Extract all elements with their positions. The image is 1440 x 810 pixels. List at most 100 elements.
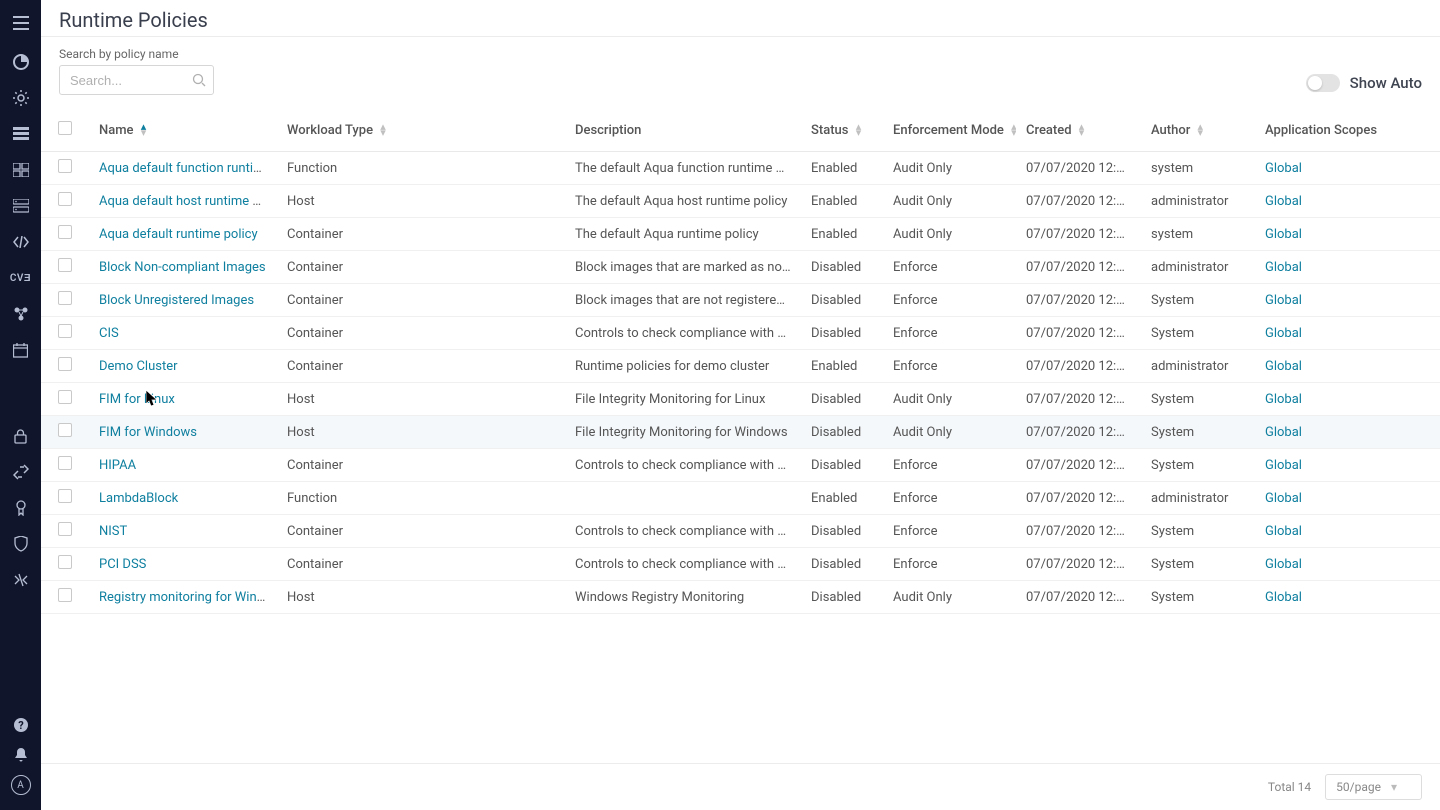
sort-icon: ▴▾ <box>141 124 147 136</box>
scope-link[interactable]: Global <box>1265 227 1302 242</box>
scope-link[interactable]: Global <box>1265 491 1302 506</box>
secrets-icon[interactable] <box>0 418 41 454</box>
row-checkbox[interactable] <box>58 192 72 206</box>
scope-link[interactable]: Global <box>1265 425 1302 440</box>
policy-name-link[interactable]: Registry monitoring for Windows <box>99 590 277 605</box>
col-enforcement[interactable]: Enforcement Mode ▴▾ <box>883 109 1016 152</box>
policy-name-link[interactable]: LambdaBlock <box>99 491 178 506</box>
chevron-down-icon: ▾ <box>1391 780 1397 794</box>
col-status[interactable]: Status ▴▾ <box>801 109 883 152</box>
policy-name-link[interactable]: PCI DSS <box>99 557 146 572</box>
col-created[interactable]: Created ▴▾ <box>1016 109 1141 152</box>
scope-link[interactable]: Global <box>1265 590 1302 605</box>
table-row[interactable]: FIM for LinuxHostFile Integrity Monitori… <box>41 383 1440 416</box>
table-row[interactable]: Aqua default runtime policyContainerThe … <box>41 218 1440 251</box>
row-checkbox[interactable] <box>58 225 72 239</box>
table-row[interactable]: Registry monitoring for WindowsHostWindo… <box>41 581 1440 614</box>
row-checkbox[interactable] <box>58 291 72 305</box>
policy-name-link[interactable]: HIPAA <box>99 458 136 473</box>
code-icon[interactable] <box>0 224 41 260</box>
workloads-icon[interactable] <box>0 188 41 224</box>
row-checkbox[interactable] <box>58 489 72 503</box>
cell-workload: Function <box>277 482 565 515</box>
select-all-checkbox[interactable] <box>58 121 72 135</box>
row-checkbox[interactable] <box>58 357 72 371</box>
table-row[interactable]: Block Non-compliant ImagesContainerBlock… <box>41 251 1440 284</box>
cell-author: System <box>1141 548 1255 581</box>
col-scopes: Application Scopes <box>1255 109 1440 152</box>
cell-enforcement: Enforce <box>883 251 1016 284</box>
policy-name-link[interactable]: Aqua default function runtime policy <box>99 161 277 176</box>
row-checkbox[interactable] <box>58 390 72 404</box>
policy-name-link[interactable]: FIM for Linux <box>99 392 175 407</box>
scope-link[interactable]: Global <box>1265 524 1302 539</box>
calendar-icon[interactable] <box>0 332 41 368</box>
table-row[interactable]: NISTContainerControls to check complianc… <box>41 515 1440 548</box>
integrations-icon[interactable] <box>0 454 41 490</box>
help-icon[interactable]: ? <box>0 710 41 740</box>
scope-link[interactable]: Global <box>1265 557 1302 572</box>
scope-link[interactable]: Global <box>1265 326 1302 341</box>
row-checkbox[interactable] <box>58 423 72 437</box>
cell-enforcement: Enforce <box>883 449 1016 482</box>
services-icon[interactable] <box>0 296 41 332</box>
page-size-select[interactable]: 50/page ▾ <box>1325 774 1422 800</box>
show-auto-toggle[interactable] <box>1306 74 1340 92</box>
col-workload[interactable]: Workload Type ▴▾ <box>277 109 565 152</box>
row-checkbox[interactable] <box>58 588 72 602</box>
policy-name-link[interactable]: Aqua default host runtime policy <box>99 194 277 209</box>
scope-link[interactable]: Global <box>1265 392 1302 407</box>
col-name[interactable]: Name ▴▾ <box>89 109 277 152</box>
policy-name-link[interactable]: Block Unregistered Images <box>99 293 254 308</box>
table-row[interactable]: Demo ClusterContainerRuntime policies fo… <box>41 350 1440 383</box>
row-checkbox[interactable] <box>58 159 72 173</box>
table-row[interactable]: CISContainerControls to check compliance… <box>41 317 1440 350</box>
row-checkbox[interactable] <box>58 555 72 569</box>
cell-enforcement: Enforce <box>883 548 1016 581</box>
table-row[interactable]: PCI DSSContainerControls to check compli… <box>41 548 1440 581</box>
scope-link[interactable]: Global <box>1265 458 1302 473</box>
row-checkbox[interactable] <box>58 522 72 536</box>
policy-name-link[interactable]: Block Non-compliant Images <box>99 260 266 275</box>
scope-link[interactable]: Global <box>1265 359 1302 374</box>
licenses-icon[interactable] <box>0 490 41 526</box>
scope-link[interactable]: Global <box>1265 293 1302 308</box>
scope-link[interactable]: Global <box>1265 260 1302 275</box>
notifications-icon[interactable] <box>0 740 41 770</box>
row-checkbox[interactable] <box>58 456 72 470</box>
table-row[interactable]: Aqua default function runtime policyFunc… <box>41 152 1440 185</box>
policy-name-link[interactable]: FIM for Windows <box>99 425 197 440</box>
menu-icon[interactable] <box>0 6 41 40</box>
shield-icon[interactable] <box>0 526 41 562</box>
scope-link[interactable]: Global <box>1265 161 1302 176</box>
policy-name-link[interactable]: NIST <box>99 524 127 539</box>
search-input[interactable] <box>59 65 214 95</box>
table-row[interactable]: HIPAAContainerControls to check complian… <box>41 449 1440 482</box>
user-avatar[interactable]: A <box>0 770 41 800</box>
policy-name-link[interactable]: Demo Cluster <box>99 359 178 374</box>
cell-enforcement: Enforce <box>883 482 1016 515</box>
cve-icon[interactable]: CVƎ <box>0 260 41 296</box>
scope-link[interactable]: Global <box>1265 194 1302 209</box>
cell-workload: Container <box>277 251 565 284</box>
settings-icon[interactable] <box>0 562 41 598</box>
policy-name-link[interactable]: CIS <box>99 326 119 341</box>
functions-icon[interactable] <box>0 152 41 188</box>
row-checkbox[interactable] <box>58 258 72 272</box>
policy-name-link[interactable]: Aqua default runtime policy <box>99 227 258 242</box>
images-icon[interactable] <box>0 116 41 152</box>
dashboard-icon[interactable] <box>0 44 41 80</box>
cell-status: Disabled <box>801 449 883 482</box>
table-row[interactable]: LambdaBlockFunctionEnabledEnforce07/07/2… <box>41 482 1440 515</box>
row-checkbox[interactable] <box>58 324 72 338</box>
table-row[interactable]: Block Unregistered ImagesContainerBlock … <box>41 284 1440 317</box>
page-title: Runtime Policies <box>59 8 1422 32</box>
table-row[interactable]: Aqua default host runtime policyHostThe … <box>41 185 1440 218</box>
policies-table-wrap: Name ▴▾ Workload Type ▴▾ Description Sta… <box>41 109 1440 763</box>
table-row[interactable]: FIM for WindowsHostFile Integrity Monito… <box>41 416 1440 449</box>
cell-author: System <box>1141 416 1255 449</box>
cell-enforcement: Enforce <box>883 284 1016 317</box>
col-author[interactable]: Author ▴▾ <box>1141 109 1255 152</box>
cell-enforcement: Audit Only <box>883 152 1016 185</box>
risk-icon[interactable] <box>0 80 41 116</box>
